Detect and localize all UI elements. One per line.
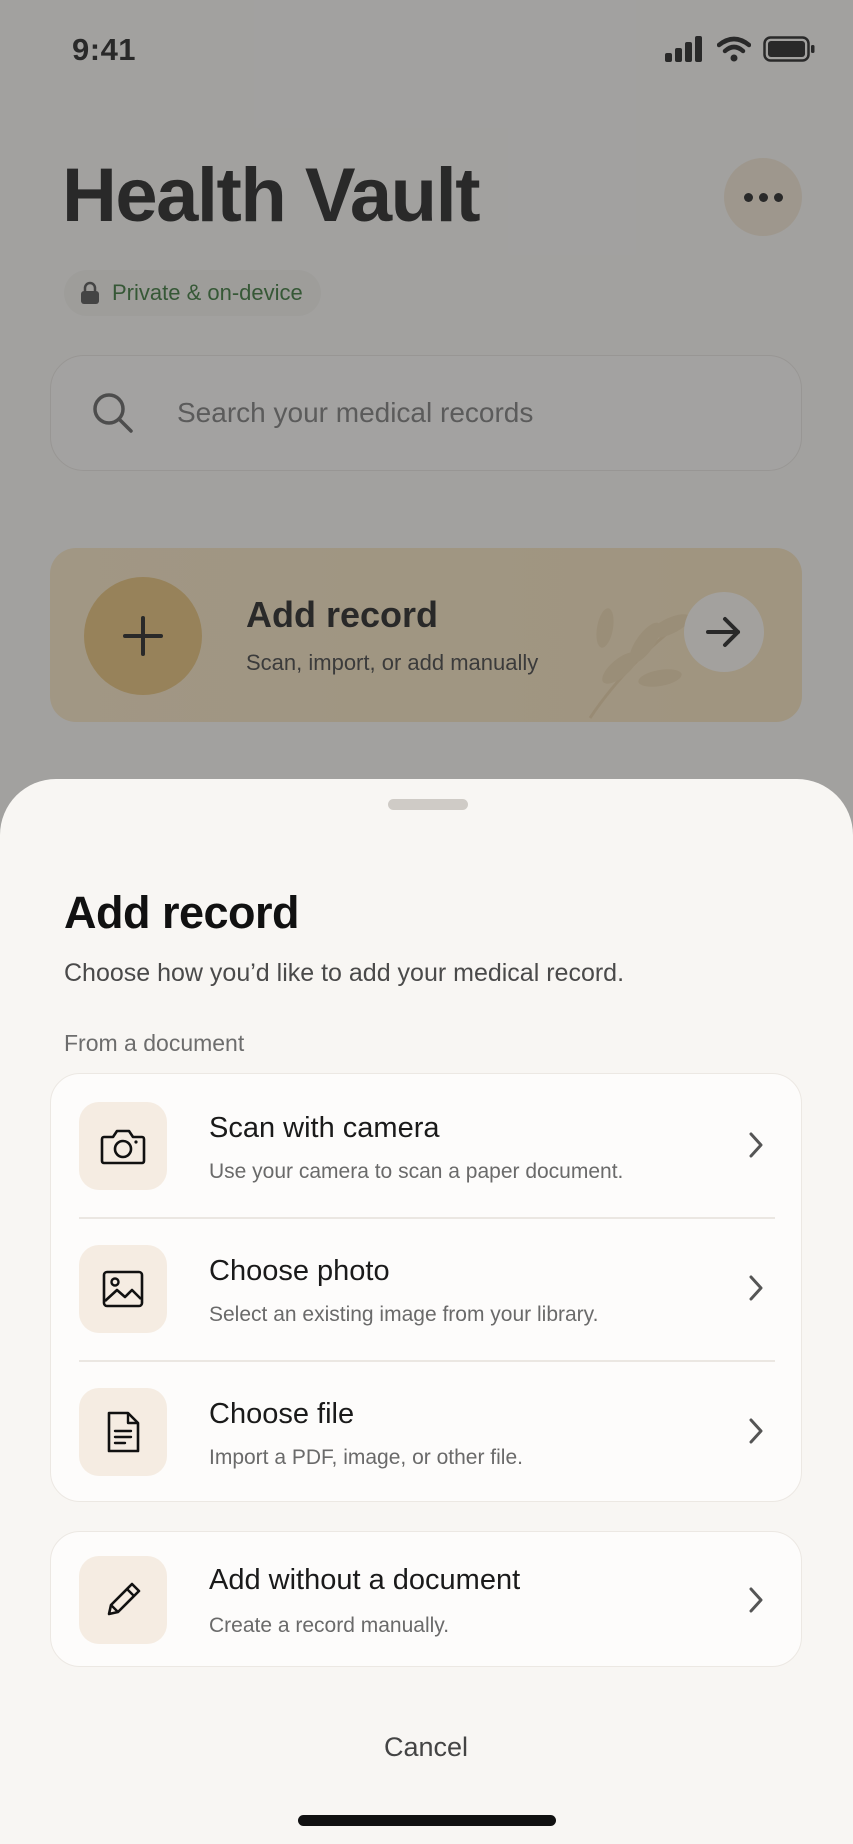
option-add-without-document[interactable]: Add without a document Create a record m… xyxy=(51,1532,803,1668)
option-icon-tile xyxy=(79,1102,167,1190)
option-title: Choose photo xyxy=(209,1255,390,1287)
add-record-sheet: Add record Choose how you’d like to add … xyxy=(0,779,853,1844)
option-choose-photo[interactable]: Choose photo Select an existing image fr… xyxy=(51,1217,803,1360)
image-icon xyxy=(102,1270,144,1308)
option-choose-file[interactable]: Choose file Import a PDF, image, or othe… xyxy=(51,1360,803,1503)
option-title: Scan with camera xyxy=(209,1112,440,1144)
option-subtitle: Use your camera to scan a paper document… xyxy=(209,1160,624,1183)
pencil-icon xyxy=(107,1582,141,1616)
option-subtitle: Select an existing image from your libra… xyxy=(209,1303,599,1326)
option-subtitle: Import a PDF, image, or other file. xyxy=(209,1446,523,1469)
option-title: Choose file xyxy=(209,1398,355,1430)
section-label: From a document xyxy=(64,1030,245,1056)
chevron-right-icon xyxy=(749,1132,763,1158)
chevron-right-icon xyxy=(749,1275,763,1301)
option-icon-tile xyxy=(79,1245,167,1333)
document-options-card: Scan with camera Use your camera to scan… xyxy=(50,1073,802,1502)
cancel-button[interactable]: Cancel xyxy=(326,1719,526,1775)
option-icon-tile xyxy=(79,1556,167,1644)
option-scan-camera[interactable]: Scan with camera Use your camera to scan… xyxy=(51,1074,803,1217)
option-icon-tile xyxy=(79,1388,167,1476)
option-title: Add without a document xyxy=(209,1564,521,1596)
chevron-right-icon xyxy=(749,1587,763,1613)
camera-icon xyxy=(100,1129,146,1165)
document-icon xyxy=(107,1411,140,1453)
sheet-title: Add record xyxy=(64,887,300,938)
home-screen: 9:41 Health Vault Private & on-device Se… xyxy=(0,0,853,1844)
option-subtitle: Create a record manually. xyxy=(209,1614,450,1637)
manual-option-card: Add without a document Create a record m… xyxy=(50,1531,802,1667)
home-indicator[interactable] xyxy=(298,1815,556,1826)
sheet-grabber[interactable] xyxy=(388,799,468,810)
chevron-right-icon xyxy=(749,1418,763,1444)
sheet-subtitle: Choose how you’d like to add your medica… xyxy=(64,959,625,987)
